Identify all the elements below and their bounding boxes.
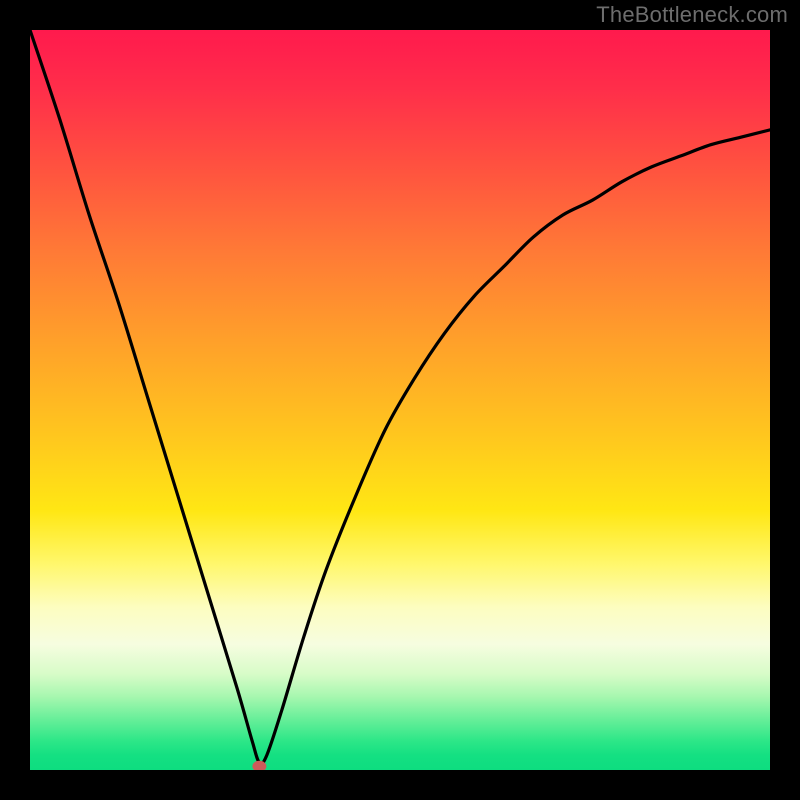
plot-area [30,30,770,770]
bottleneck-curve [30,30,770,764]
curve-svg [30,30,770,770]
chart-frame: TheBottleneck.com [0,0,800,800]
watermark: TheBottleneck.com [596,2,788,28]
